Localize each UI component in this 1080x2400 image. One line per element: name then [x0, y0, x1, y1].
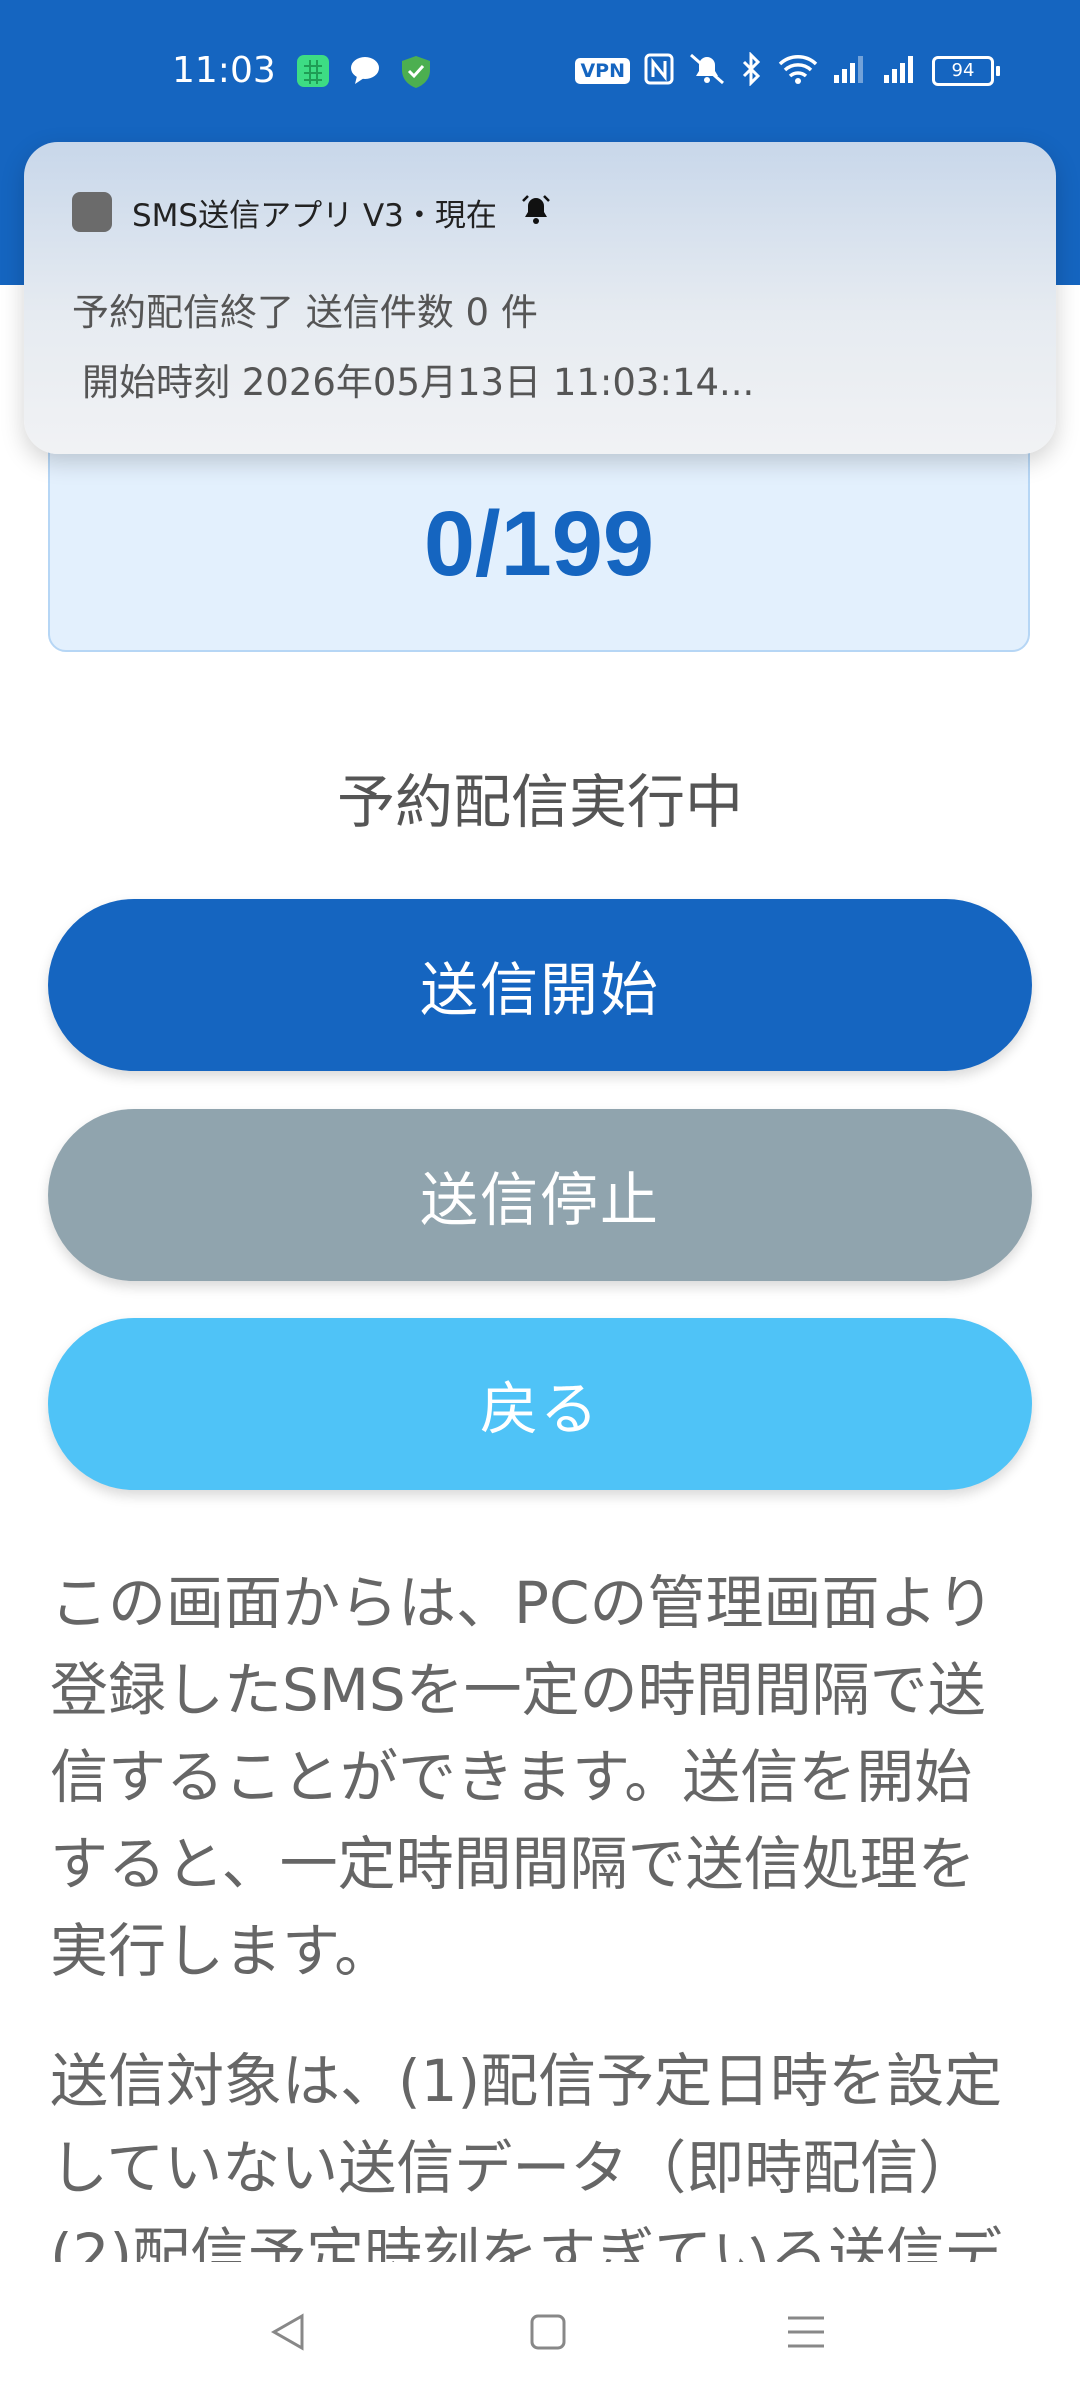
chat-icon [348, 54, 382, 92]
start-send-button[interactable]: 送信開始 [48, 899, 1032, 1071]
navigation-bar [0, 2262, 1080, 2400]
nfc-icon [644, 53, 674, 89]
mute-icon [688, 52, 726, 90]
signal-icon [832, 54, 868, 88]
wifi-icon [778, 53, 818, 89]
menu-nav-icon[interactable] [776, 2302, 836, 2362]
send-counter: 0/199 [423, 493, 655, 595]
status-bar: 11:03 VPN 94 [0, 38, 1080, 108]
back-button[interactable]: 戻る [48, 1318, 1032, 1490]
status-icons: VPN 94 [575, 51, 1000, 90]
stop-send-button[interactable]: 送信停止 [48, 1109, 1032, 1281]
battery-icon: 94 [932, 56, 1000, 86]
notification-app-name: SMS送信アプリ V3・現在 [132, 198, 497, 234]
signal-icon [882, 54, 918, 88]
notification-header: SMS送信アプリ V3・現在 [132, 190, 553, 235]
notification-text-line2: 開始時刻 2026年05月13日 11:03:14... [82, 361, 755, 404]
home-nav-icon[interactable] [518, 2302, 578, 2362]
vpn-badge: VPN [575, 58, 630, 84]
bluetooth-icon [740, 51, 764, 90]
battery-level: 94 [932, 56, 994, 86]
notification-app-icon [72, 192, 112, 232]
app-notification-icon [296, 54, 330, 92]
description-paragraph-1: この画面からは、PCの管理画面より登録したSMSを一定の時間間隔で送信することが… [50, 1569, 995, 1985]
bell-icon [519, 192, 553, 234]
shield-icon [398, 54, 434, 94]
status-time: 11:03 [172, 50, 276, 91]
status-text: 予約配信実行中 [336, 768, 743, 836]
notification-text-line1: 予約配信終了 送信件数 0 件 [72, 291, 538, 334]
back-nav-icon[interactable] [258, 2302, 318, 2362]
notification-card[interactable]: SMS送信アプリ V3・現在 予約配信終了 送信件数 0 件 開始時刻 2026… [24, 142, 1056, 454]
